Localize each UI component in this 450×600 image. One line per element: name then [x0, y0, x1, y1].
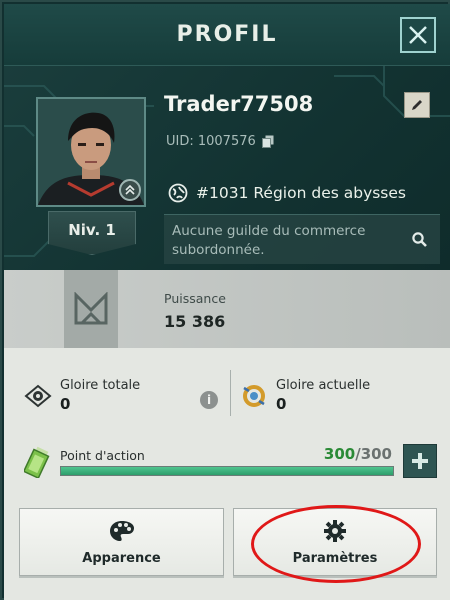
current-glory-stat: Gloire actuelle 0 — [240, 378, 370, 413]
header: PROFIL — [4, 4, 450, 66]
globe-icon — [168, 183, 188, 203]
copy-icon[interactable] — [261, 135, 274, 148]
total-glory-label: Gloire totale — [60, 378, 141, 393]
search-icon — [412, 232, 427, 247]
guild-box: Aucune guilde du commerce subordonnée. — [164, 214, 440, 264]
uid-text: UID: 1007576 — [166, 134, 256, 149]
total-glory-value: 0 — [60, 395, 71, 413]
power-band: Puissance 15 386 — [4, 270, 450, 348]
edit-name-button[interactable] — [404, 92, 430, 118]
action-points-label: Point d'action — [60, 448, 145, 463]
plus-icon — [412, 453, 428, 469]
current-glory-value: 0 — [276, 395, 287, 413]
glory-info-button[interactable]: i — [200, 391, 218, 409]
appearance-button[interactable]: Apparence — [19, 508, 224, 576]
battery-icon — [24, 446, 50, 478]
action-points-bar — [60, 466, 394, 476]
uid-row: UID: 1007576 — [166, 134, 274, 149]
add-action-points-button[interactable] — [403, 444, 437, 478]
profile-panel: PROFIL Niv. 1 Trader77508 UID: 1007576 #… — [0, 0, 450, 600]
player-name: Trader77508 — [164, 92, 314, 116]
action-points-fill — [61, 467, 393, 475]
region-text: #1031 Région des abysses — [196, 184, 406, 202]
action-points-current: 300 — [323, 445, 356, 463]
close-icon — [409, 26, 427, 44]
appearance-label: Apparence — [82, 550, 161, 566]
action-points-value: 300/300 — [324, 445, 392, 463]
ring-icon — [243, 384, 265, 407]
power-label: Puissance — [164, 291, 226, 306]
rank-badge-icon — [119, 179, 141, 201]
page-title: PROFIL — [176, 22, 278, 47]
power-value: 15 386 — [164, 312, 226, 331]
power-emblem — [64, 270, 118, 348]
region-row: #1031 Région des abysses — [168, 183, 406, 203]
stat-divider — [230, 370, 231, 416]
level-label: Niv. 1 — [68, 221, 116, 239]
eye-emblem-icon — [24, 384, 52, 407]
profile-info-area: Niv. 1 Trader77508 UID: 1007576 #1031 Ré… — [4, 66, 450, 270]
highlight-annotation — [251, 505, 421, 583]
edit-icon — [412, 100, 422, 110]
guild-text: Aucune guilde du commerce subordonnée. — [172, 223, 366, 258]
total-glory-stat: Gloire totale 0 — [24, 378, 140, 413]
chevron-emblem-icon — [74, 292, 108, 325]
palette-icon — [109, 520, 134, 541]
close-button[interactable] — [400, 17, 436, 53]
action-points-max: 300 — [360, 445, 392, 463]
current-glory-label: Gloire actuelle — [276, 378, 371, 393]
guild-search-button[interactable] — [410, 230, 430, 250]
